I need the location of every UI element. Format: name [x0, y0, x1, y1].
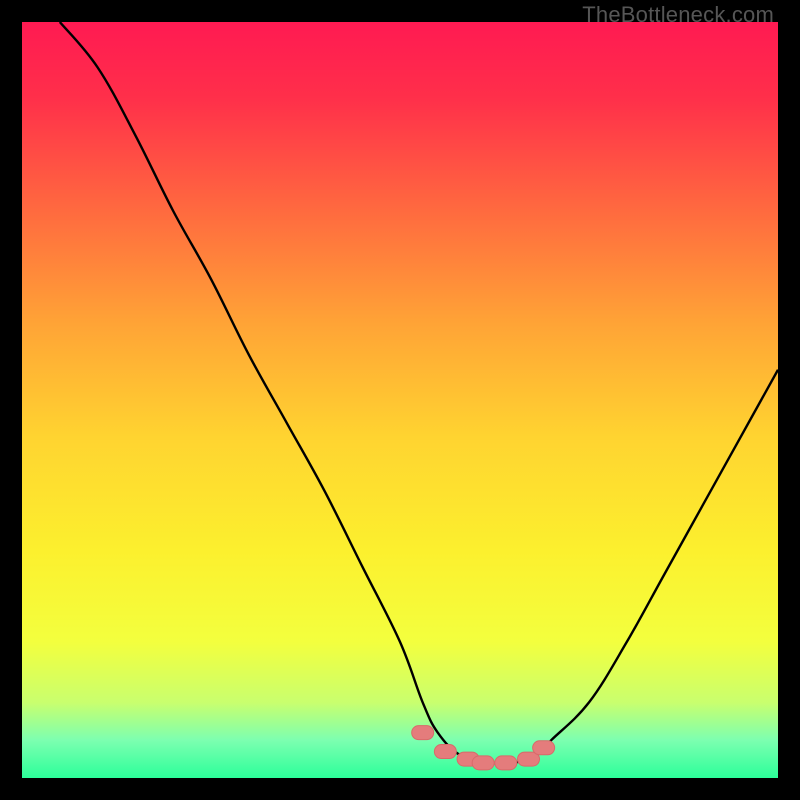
chart-frame	[22, 22, 778, 778]
bottleneck-chart	[22, 22, 778, 778]
ideal-zone-marker	[533, 741, 555, 755]
ideal-zone-marker	[412, 726, 434, 740]
ideal-zone-marker	[495, 756, 517, 770]
watermark-text: TheBottleneck.com	[582, 2, 774, 28]
ideal-zone-marker	[472, 756, 494, 770]
ideal-zone-marker	[434, 745, 456, 759]
